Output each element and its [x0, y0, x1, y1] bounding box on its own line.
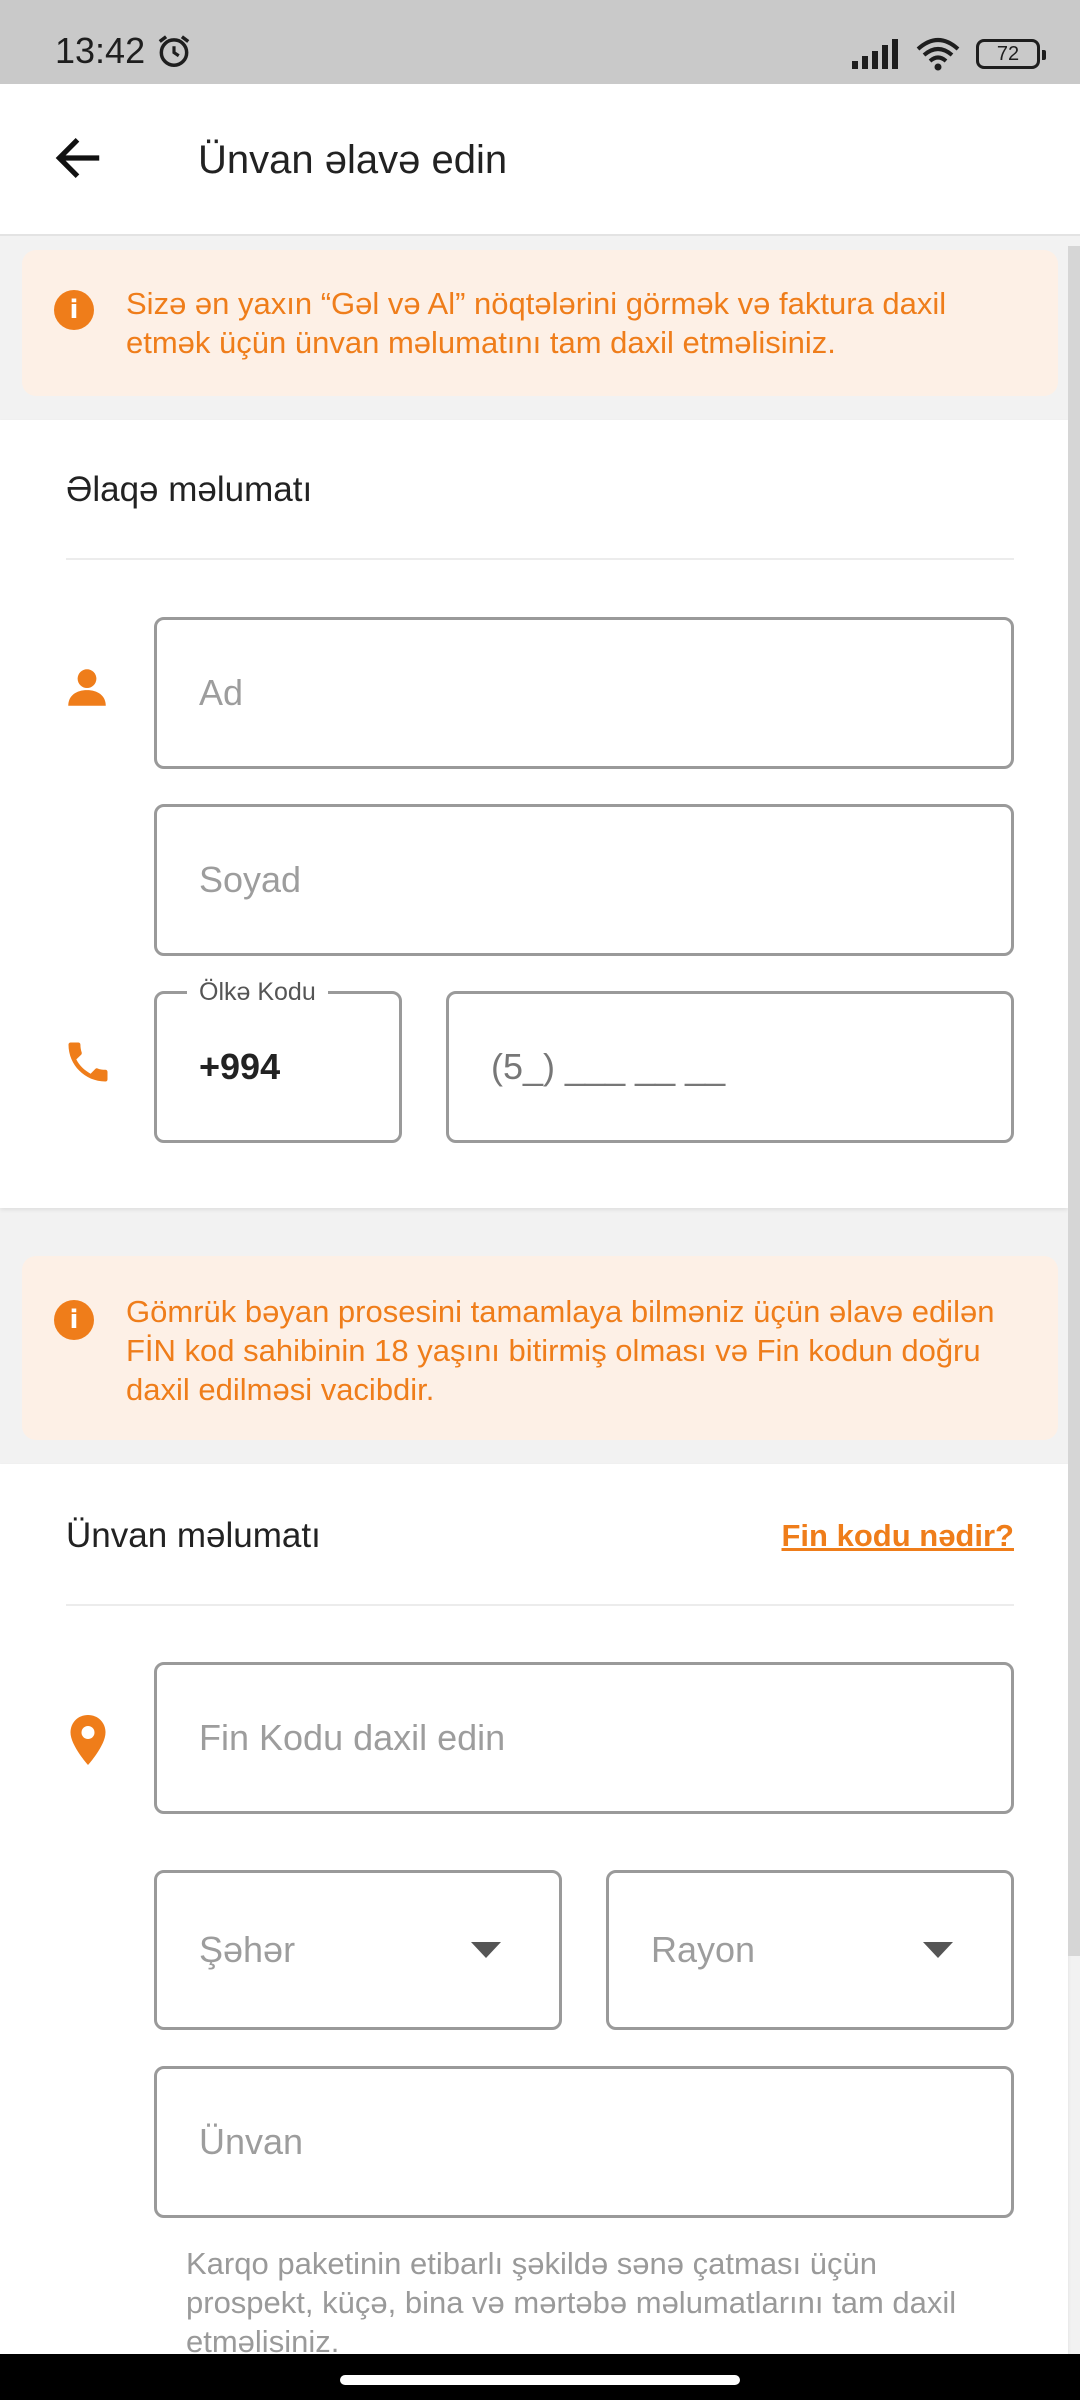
city-placeholder: Şəhər	[199, 1929, 296, 1970]
caret-down-icon	[923, 1942, 953, 1958]
info-icon: i	[54, 1300, 94, 1340]
fin-code-help-link[interactable]: Fin kodu nədir?	[782, 1518, 1015, 1554]
address-section-title: Ünvan məlumatı	[66, 1516, 321, 1555]
wifi-icon	[916, 38, 960, 71]
first-name-placeholder: Ad	[199, 672, 244, 713]
phone-number-field[interactable]: (5_) ___ __ __	[446, 991, 1014, 1143]
fin-code-placeholder: Fin Kodu daxil edin	[199, 1717, 506, 1758]
address-helper-text: Karqo paketinin etibarlı şəkildə sənə ça…	[186, 2246, 957, 2359]
address-placeholder: Ünvan	[199, 2121, 304, 2162]
app-bar	[0, 84, 1080, 236]
district-placeholder: Rayon	[651, 1929, 756, 1970]
fin-info-text: Gömrük bəyan prosesini tamamlaya bilməni…	[126, 1294, 995, 1407]
district-select[interactable]: Rayon	[606, 1870, 1014, 2030]
divider	[66, 558, 1014, 560]
caret-down-icon	[471, 1942, 501, 1958]
location-pin-icon	[70, 1715, 106, 1765]
person-icon	[68, 669, 106, 706]
phone-number-placeholder: (5_) ___ __ __	[491, 1046, 726, 1087]
alarm-icon	[158, 35, 190, 67]
page-title: Ünvan əlavə edin	[198, 138, 508, 182]
contact-section-title: Əlaqə məlumatı	[66, 470, 313, 509]
arrow-left-icon[interactable]	[50, 130, 106, 186]
info-banner: i Sizə ən yaxın “Gəl və Al” nöqtələrini …	[22, 250, 1058, 396]
city-select[interactable]: Şəhər	[154, 1870, 562, 2030]
last-name-field[interactable]: Soyad	[154, 804, 1014, 956]
fin-code-field[interactable]: Fin Kodu daxil edin	[154, 1662, 1014, 1814]
status-time: 13:42	[55, 30, 146, 71]
fin-info-banner: i Gömrük bəyan prosesini tamamlaya bilmə…	[22, 1256, 1058, 1440]
last-name-placeholder: Soyad	[199, 859, 302, 900]
signal-icon	[852, 39, 898, 69]
divider	[66, 1604, 1014, 1606]
country-code-label: Ölkə Kodu	[187, 978, 328, 1007]
status-icons: 72	[850, 34, 1046, 74]
home-handle[interactable]	[340, 2375, 740, 2385]
info-banner-text: Sizə ən yaxın “Gəl və Al” nöqtələrini gö…	[126, 286, 947, 360]
scrollbar[interactable]	[1068, 246, 1080, 1956]
country-code-value: +994	[199, 1046, 281, 1087]
country-code-field[interactable]: Ölkə Kodu +994	[154, 978, 402, 1143]
first-name-field[interactable]: Ad	[154, 617, 1014, 769]
address-field[interactable]: Ünvan	[154, 2066, 1014, 2218]
info-icon: i	[54, 290, 94, 330]
battery-icon: 72	[976, 39, 1046, 69]
phone-icon	[68, 1042, 108, 1082]
